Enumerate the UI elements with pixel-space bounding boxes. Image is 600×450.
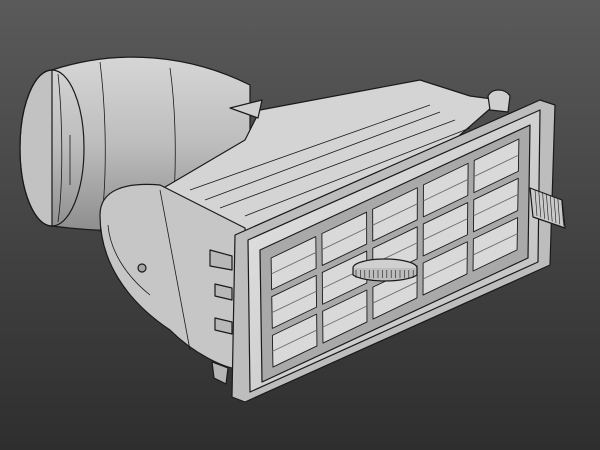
housing-screw [137, 263, 147, 273]
cad-viewport[interactable] [0, 0, 600, 450]
top-thumbwheel[interactable] [487, 89, 511, 113]
model-render [0, 0, 600, 450]
adjustment-knob[interactable] [352, 258, 418, 282]
